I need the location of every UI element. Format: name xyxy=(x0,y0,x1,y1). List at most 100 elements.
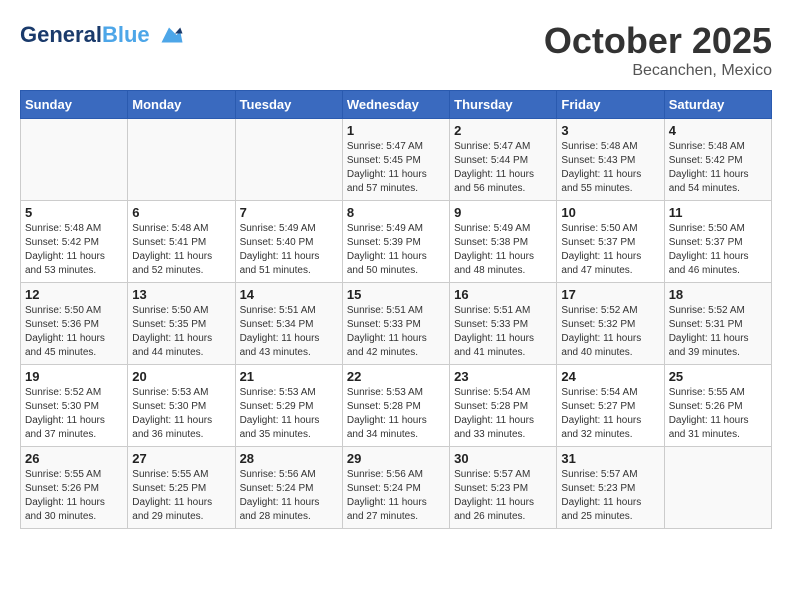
calendar-cell: 30 Sunrise: 5:57 AMSunset: 5:23 PMDaylig… xyxy=(450,447,557,529)
day-number: 6 xyxy=(132,205,230,220)
calendar-cell: 26 Sunrise: 5:55 AMSunset: 5:26 PMDaylig… xyxy=(21,447,128,529)
calendar-cell: 13 Sunrise: 5:50 AMSunset: 5:35 PMDaylig… xyxy=(128,283,235,365)
calendar-cell: 21 Sunrise: 5:53 AMSunset: 5:29 PMDaylig… xyxy=(235,365,342,447)
calendar-week-4: 19 Sunrise: 5:52 AMSunset: 5:30 PMDaylig… xyxy=(21,365,772,447)
day-number: 28 xyxy=(240,451,338,466)
calendar-cell: 3 Sunrise: 5:48 AMSunset: 5:43 PMDayligh… xyxy=(557,119,664,201)
calendar-cell: 15 Sunrise: 5:51 AMSunset: 5:33 PMDaylig… xyxy=(342,283,449,365)
calendar-week-5: 26 Sunrise: 5:55 AMSunset: 5:26 PMDaylig… xyxy=(21,447,772,529)
calendar-cell: 14 Sunrise: 5:51 AMSunset: 5:34 PMDaylig… xyxy=(235,283,342,365)
day-info: Sunrise: 5:50 AMSunset: 5:36 PMDaylight:… xyxy=(25,304,123,360)
calendar-cell: 28 Sunrise: 5:56 AMSunset: 5:24 PMDaylig… xyxy=(235,447,342,529)
day-info: Sunrise: 5:48 AMSunset: 5:41 PMDaylight:… xyxy=(132,222,230,278)
calendar-cell: 11 Sunrise: 5:50 AMSunset: 5:37 PMDaylig… xyxy=(664,201,771,283)
day-number: 7 xyxy=(240,205,338,220)
day-info: Sunrise: 5:48 AMSunset: 5:42 PMDaylight:… xyxy=(669,140,767,196)
day-number: 12 xyxy=(25,287,123,302)
calendar-cell: 4 Sunrise: 5:48 AMSunset: 5:42 PMDayligh… xyxy=(664,119,771,201)
calendar-cell: 24 Sunrise: 5:54 AMSunset: 5:27 PMDaylig… xyxy=(557,365,664,447)
weekday-header-row: SundayMondayTuesdayWednesdayThursdayFrid… xyxy=(21,91,772,119)
day-number: 16 xyxy=(454,287,552,302)
day-info: Sunrise: 5:53 AMSunset: 5:30 PMDaylight:… xyxy=(132,386,230,442)
day-info: Sunrise: 5:53 AMSunset: 5:29 PMDaylight:… xyxy=(240,386,338,442)
calendar-week-2: 5 Sunrise: 5:48 AMSunset: 5:42 PMDayligh… xyxy=(21,201,772,283)
day-info: Sunrise: 5:47 AMSunset: 5:44 PMDaylight:… xyxy=(454,140,552,196)
weekday-header-friday: Friday xyxy=(557,91,664,119)
calendar-cell: 2 Sunrise: 5:47 AMSunset: 5:44 PMDayligh… xyxy=(450,119,557,201)
day-info: Sunrise: 5:51 AMSunset: 5:33 PMDaylight:… xyxy=(454,304,552,360)
day-info: Sunrise: 5:56 AMSunset: 5:24 PMDaylight:… xyxy=(347,468,445,524)
day-info: Sunrise: 5:47 AMSunset: 5:45 PMDaylight:… xyxy=(347,140,445,196)
day-info: Sunrise: 5:50 AMSunset: 5:37 PMDaylight:… xyxy=(561,222,659,278)
day-number: 17 xyxy=(561,287,659,302)
calendar-cell xyxy=(21,119,128,201)
day-number: 19 xyxy=(25,369,123,384)
day-info: Sunrise: 5:55 AMSunset: 5:26 PMDaylight:… xyxy=(669,386,767,442)
day-info: Sunrise: 5:51 AMSunset: 5:33 PMDaylight:… xyxy=(347,304,445,360)
logo-icon xyxy=(154,20,184,50)
day-number: 14 xyxy=(240,287,338,302)
day-info: Sunrise: 5:53 AMSunset: 5:28 PMDaylight:… xyxy=(347,386,445,442)
calendar-cell: 31 Sunrise: 5:57 AMSunset: 5:23 PMDaylig… xyxy=(557,447,664,529)
day-info: Sunrise: 5:52 AMSunset: 5:32 PMDaylight:… xyxy=(561,304,659,360)
day-number: 20 xyxy=(132,369,230,384)
title-block: October 2025 Becanchen, Mexico xyxy=(544,20,772,80)
calendar-cell: 20 Sunrise: 5:53 AMSunset: 5:30 PMDaylig… xyxy=(128,365,235,447)
day-info: Sunrise: 5:52 AMSunset: 5:31 PMDaylight:… xyxy=(669,304,767,360)
day-number: 4 xyxy=(669,123,767,138)
location-subtitle: Becanchen, Mexico xyxy=(544,62,772,80)
calendar-week-3: 12 Sunrise: 5:50 AMSunset: 5:36 PMDaylig… xyxy=(21,283,772,365)
calendar-cell xyxy=(128,119,235,201)
day-number: 29 xyxy=(347,451,445,466)
calendar-cell: 17 Sunrise: 5:52 AMSunset: 5:32 PMDaylig… xyxy=(557,283,664,365)
calendar-cell: 16 Sunrise: 5:51 AMSunset: 5:33 PMDaylig… xyxy=(450,283,557,365)
day-number: 3 xyxy=(561,123,659,138)
logo-text: GeneralBlue xyxy=(20,24,150,46)
day-info: Sunrise: 5:49 AMSunset: 5:40 PMDaylight:… xyxy=(240,222,338,278)
day-number: 23 xyxy=(454,369,552,384)
day-info: Sunrise: 5:51 AMSunset: 5:34 PMDaylight:… xyxy=(240,304,338,360)
day-number: 10 xyxy=(561,205,659,220)
day-number: 11 xyxy=(669,205,767,220)
day-info: Sunrise: 5:49 AMSunset: 5:38 PMDaylight:… xyxy=(454,222,552,278)
day-number: 18 xyxy=(669,287,767,302)
day-info: Sunrise: 5:57 AMSunset: 5:23 PMDaylight:… xyxy=(561,468,659,524)
weekday-header-tuesday: Tuesday xyxy=(235,91,342,119)
day-info: Sunrise: 5:56 AMSunset: 5:24 PMDaylight:… xyxy=(240,468,338,524)
day-number: 22 xyxy=(347,369,445,384)
day-info: Sunrise: 5:55 AMSunset: 5:26 PMDaylight:… xyxy=(25,468,123,524)
calendar-cell: 29 Sunrise: 5:56 AMSunset: 5:24 PMDaylig… xyxy=(342,447,449,529)
calendar-cell xyxy=(235,119,342,201)
day-info: Sunrise: 5:52 AMSunset: 5:30 PMDaylight:… xyxy=(25,386,123,442)
day-number: 13 xyxy=(132,287,230,302)
day-info: Sunrise: 5:54 AMSunset: 5:28 PMDaylight:… xyxy=(454,386,552,442)
day-info: Sunrise: 5:55 AMSunset: 5:25 PMDaylight:… xyxy=(132,468,230,524)
day-number: 2 xyxy=(454,123,552,138)
weekday-header-saturday: Saturday xyxy=(664,91,771,119)
day-number: 5 xyxy=(25,205,123,220)
day-number: 27 xyxy=(132,451,230,466)
calendar-cell: 7 Sunrise: 5:49 AMSunset: 5:40 PMDayligh… xyxy=(235,201,342,283)
day-info: Sunrise: 5:50 AMSunset: 5:37 PMDaylight:… xyxy=(669,222,767,278)
calendar-cell: 5 Sunrise: 5:48 AMSunset: 5:42 PMDayligh… xyxy=(21,201,128,283)
calendar-cell: 12 Sunrise: 5:50 AMSunset: 5:36 PMDaylig… xyxy=(21,283,128,365)
calendar-cell: 1 Sunrise: 5:47 AMSunset: 5:45 PMDayligh… xyxy=(342,119,449,201)
logo: GeneralBlue xyxy=(20,20,184,50)
calendar-table: SundayMondayTuesdayWednesdayThursdayFrid… xyxy=(20,90,772,529)
day-number: 24 xyxy=(561,369,659,384)
day-number: 15 xyxy=(347,287,445,302)
calendar-cell: 6 Sunrise: 5:48 AMSunset: 5:41 PMDayligh… xyxy=(128,201,235,283)
calendar-cell: 23 Sunrise: 5:54 AMSunset: 5:28 PMDaylig… xyxy=(450,365,557,447)
day-number: 26 xyxy=(25,451,123,466)
calendar-cell: 27 Sunrise: 5:55 AMSunset: 5:25 PMDaylig… xyxy=(128,447,235,529)
calendar-week-1: 1 Sunrise: 5:47 AMSunset: 5:45 PMDayligh… xyxy=(21,119,772,201)
day-number: 1 xyxy=(347,123,445,138)
calendar-cell: 25 Sunrise: 5:55 AMSunset: 5:26 PMDaylig… xyxy=(664,365,771,447)
day-number: 30 xyxy=(454,451,552,466)
weekday-header-sunday: Sunday xyxy=(21,91,128,119)
day-info: Sunrise: 5:48 AMSunset: 5:42 PMDaylight:… xyxy=(25,222,123,278)
day-info: Sunrise: 5:48 AMSunset: 5:43 PMDaylight:… xyxy=(561,140,659,196)
day-info: Sunrise: 5:57 AMSunset: 5:23 PMDaylight:… xyxy=(454,468,552,524)
month-title: October 2025 xyxy=(544,20,772,62)
day-number: 9 xyxy=(454,205,552,220)
